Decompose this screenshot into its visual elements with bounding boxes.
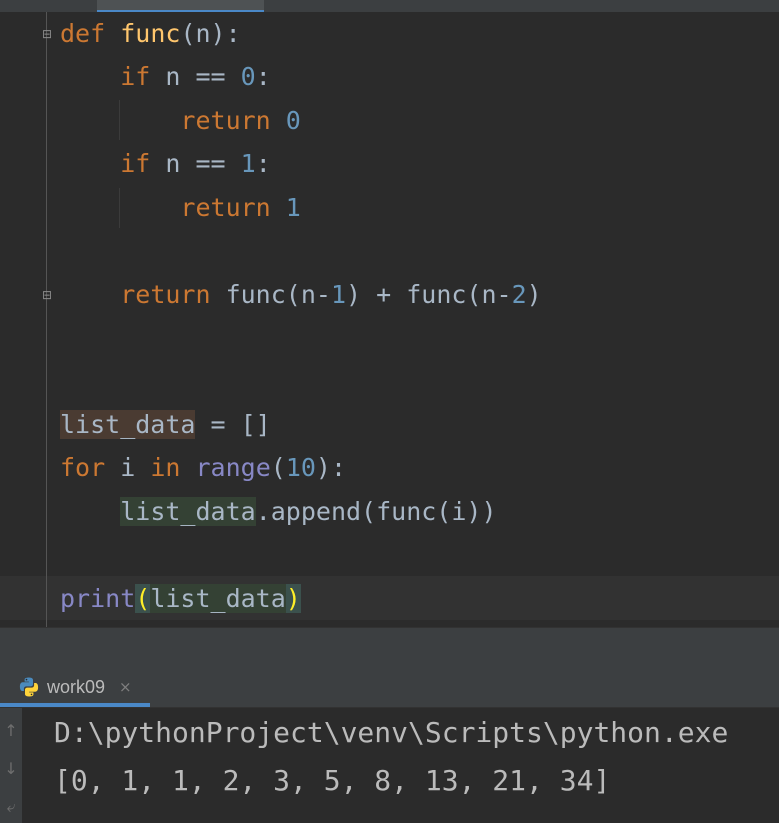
console-line: D:\pythonProject\venv\Scripts\python.exe <box>54 716 729 749</box>
run-tab-label: work09 <box>47 677 106 697</box>
code-line[interactable]: if n == 1: <box>60 142 271 186</box>
code-token: if <box>120 62 151 91</box>
code-token: return <box>120 280 211 309</box>
arrow-down-icon[interactable]: ↓ <box>0 758 22 780</box>
code-token: n == <box>150 62 241 91</box>
code-token: = [] <box>195 410 271 439</box>
code-line[interactable]: return 0 <box>60 99 301 143</box>
code-token: (n): <box>180 19 241 48</box>
code-token: range <box>195 453 271 482</box>
code-token: ) <box>285 584 301 613</box>
arrow-up-icon[interactable]: ↑ <box>0 720 22 742</box>
code-line[interactable]: return func(n-1) + func(n-2) <box>60 273 542 317</box>
code-line[interactable]: for i in range(10): <box>60 446 346 490</box>
code-token: list_data <box>150 584 286 613</box>
console-line: [0, 1, 1, 2, 3, 5, 8, 13, 21, 34] <box>54 764 611 797</box>
code-token: in <box>150 453 181 482</box>
code-token: ) + func(n- <box>346 280 512 309</box>
run-tab-underline <box>0 703 150 707</box>
code-token: 1 <box>240 149 256 178</box>
code-token: 1 <box>285 193 301 222</box>
ide-window: ⊟ ⊟ def func(n): if n == 0: return 0 if … <box>0 0 779 823</box>
code-token: ( <box>135 584 151 613</box>
code-token: for <box>60 453 106 482</box>
code-token: print <box>60 584 136 613</box>
editor-tab-strip <box>0 0 779 12</box>
python-icon <box>19 677 39 697</box>
code-line[interactable]: return 1 <box>60 186 301 230</box>
gutter-divider <box>46 12 47 627</box>
close-icon[interactable]: × <box>119 667 132 707</box>
code-token: i <box>105 453 151 482</box>
code-line[interactable]: if n == 0: <box>60 55 271 99</box>
code-token: ( <box>270 453 286 482</box>
code-token: if <box>120 149 151 178</box>
code-token: 2 <box>511 280 527 309</box>
run-toolbar: ↑ ↓ ⤶ <box>0 708 22 823</box>
code-token: 10 <box>285 453 316 482</box>
code-token: return <box>180 193 271 222</box>
code-token: : <box>255 149 271 178</box>
code-line[interactable]: def func(n): <box>60 12 241 56</box>
code-token: def <box>60 19 106 48</box>
fold-start-icon[interactable]: ⊟ <box>40 27 54 41</box>
code-editor[interactable]: ⊟ ⊟ def func(n): if n == 0: return 0 if … <box>0 12 779 627</box>
run-tab-bar: work09 × <box>0 667 779 708</box>
soft-wrap-icon[interactable]: ⤶ <box>0 796 22 818</box>
panel-divider <box>0 627 779 668</box>
code-token: list_data <box>120 497 256 526</box>
code-token: func(n- <box>210 280 331 309</box>
code-token: ): <box>315 453 347 482</box>
code-line[interactable]: list_data.append(func(i)) <box>60 490 497 534</box>
code-line[interactable]: print(list_data) <box>60 577 301 621</box>
code-token: ) <box>526 280 542 309</box>
code-token: 1 <box>330 280 347 309</box>
fold-end-icon[interactable]: ⊟ <box>40 288 54 302</box>
code-token: 0 <box>285 106 301 135</box>
code-token: list_data <box>60 410 196 439</box>
run-console[interactable]: ↑ ↓ ⤶ D:\pythonProject\venv\Scripts\pyth… <box>0 708 779 823</box>
code-token: 0 <box>240 62 256 91</box>
code-token: .append(func(i)) <box>255 497 497 526</box>
run-tab-work09[interactable]: work09 × <box>0 667 150 707</box>
code-line[interactable]: list_data = [] <box>60 403 271 447</box>
code-token: func <box>120 19 181 48</box>
code-token: return <box>180 106 271 135</box>
editor-tab-previous[interactable] <box>0 0 90 12</box>
code-token: : <box>255 62 271 91</box>
code-token: n == <box>150 149 241 178</box>
